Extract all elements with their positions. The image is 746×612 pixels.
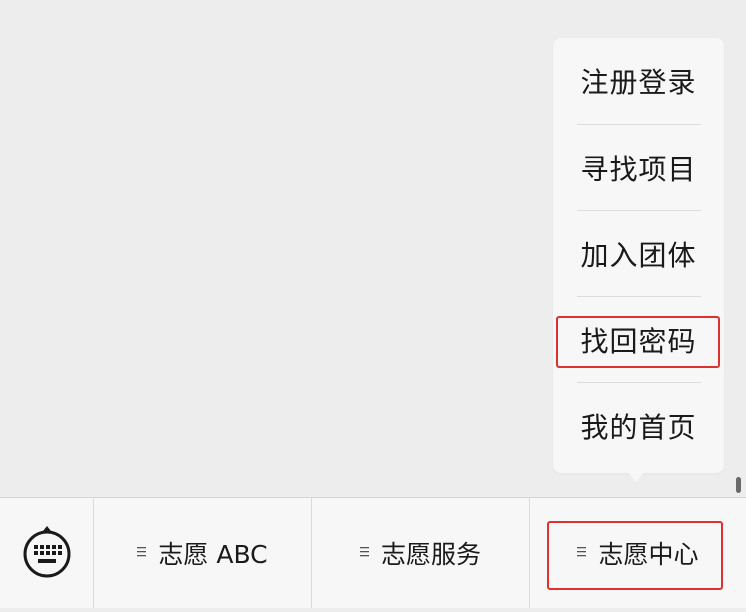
menu-item-register-login[interactable]: 注册登录 (553, 38, 724, 124)
menu-item-find-project[interactable]: 寻找项目 (553, 125, 724, 211)
tab-volunteer-service[interactable]: 志愿服务 (312, 498, 530, 608)
menu-item-label: 加入团体 (580, 239, 697, 272)
bottom-menu-bar: 志愿 ABC 志愿服务 志愿中心 (0, 497, 746, 608)
menu-item-label: 我的首页 (580, 411, 697, 444)
tab-label: 志愿 ABC (158, 540, 268, 569)
popup-arrow (628, 472, 644, 482)
tab-label: 志愿服务 (380, 540, 481, 569)
menu-lines-icon (359, 546, 369, 558)
scroll-indicator[interactable] (736, 477, 741, 493)
menu-lines-icon (577, 546, 587, 558)
menu-item-my-homepage[interactable]: 我的首页 (553, 383, 724, 469)
tab-label: 志愿中心 (598, 540, 699, 569)
menu-lines-icon (137, 546, 147, 558)
keyboard-toggle-button[interactable] (0, 498, 94, 608)
menu-item-recover-password[interactable]: 找回密码 (553, 297, 724, 383)
popup-menu: 注册登录 寻找项目 加入团体 找回密码 我的首页 (553, 38, 724, 473)
menu-item-label: 寻找项目 (580, 153, 697, 186)
keyboard-icon (23, 526, 71, 578)
menu-item-join-group[interactable]: 加入团体 (553, 211, 724, 297)
menu-item-label: 找回密码 (580, 325, 697, 358)
tab-volunteer-abc[interactable]: 志愿 ABC (94, 498, 312, 608)
tab-volunteer-center[interactable]: 志愿中心 (530, 498, 746, 608)
menu-item-label: 注册登录 (580, 66, 697, 99)
